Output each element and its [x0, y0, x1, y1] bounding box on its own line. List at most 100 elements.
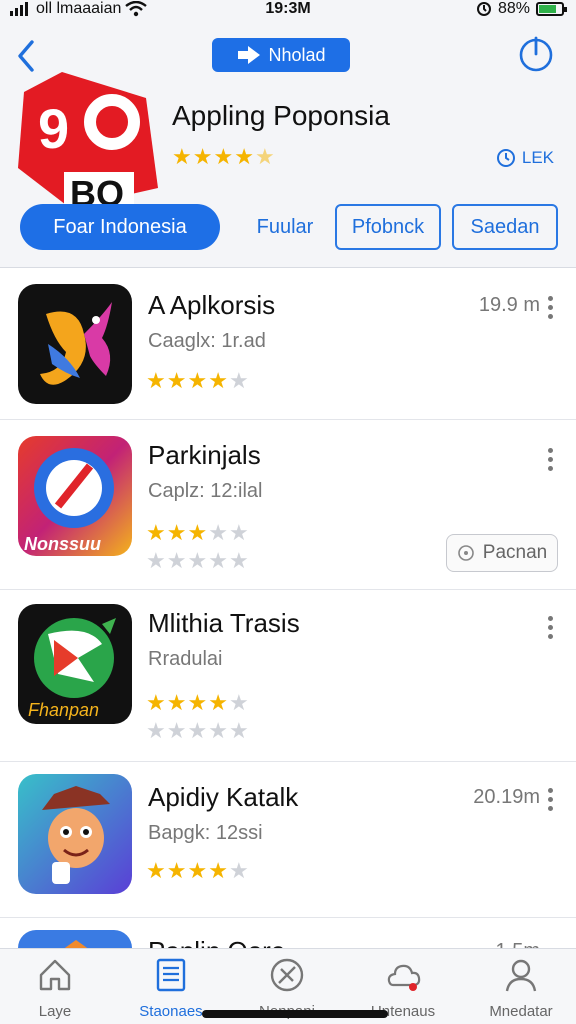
star-icon: ★: [192, 144, 213, 169]
app-size: 19.9 m: [478, 294, 540, 316]
app-rating-secondary: ★ ★ ★ ★ ★: [146, 550, 249, 572]
action-label: Pacnan: [482, 542, 548, 563]
info-link[interactable]: LEK: [496, 148, 554, 168]
list-item[interactable]: A Aplkorsis Caaglx: 1r.ad ★ ★ ★ ★ ★ 19.9 m: [0, 268, 576, 420]
power-icon[interactable]: [518, 36, 554, 72]
star-icon: ★: [187, 858, 208, 883]
status-bar: oll lmaaaian 19:3M 88%: [0, 0, 576, 24]
app-logo[interactable]: 9 BO: [18, 72, 158, 208]
star-icon: ★: [228, 718, 249, 743]
app-rating-secondary: ★ ★ ★ ★ ★: [146, 720, 249, 742]
app-rating: ★ ★ ★ ★ ★: [146, 370, 249, 392]
list-item[interactable]: Panlin Oore 1.5m: [0, 918, 576, 948]
star-icon: ★: [208, 690, 228, 715]
star-icon: ★: [187, 520, 208, 545]
star-icon: ★: [166, 690, 187, 715]
app-name: A Aplkorsis: [148, 290, 276, 320]
arrow-right-icon: [238, 46, 261, 64]
star-icon: ★: [254, 144, 275, 169]
battery-icon: [536, 2, 567, 16]
star-icon: ★: [166, 368, 187, 393]
star-icon: ★: [208, 548, 228, 573]
tab-saedan[interactable]: Saedan: [452, 204, 558, 250]
app-size: 20.19m: [473, 786, 540, 808]
tab-foar-indonesia[interactable]: Foar Indonesia: [20, 204, 220, 250]
alarm-icon: [476, 2, 491, 16]
download-button[interactable]: Nholad: [212, 38, 350, 72]
info-link-label: LEK: [521, 148, 554, 167]
star-icon: ★: [208, 368, 228, 393]
app-header: Nholad 9 BO Appling Poponsia ★ ★ ★ ★ ★ LEK F…: [0, 24, 576, 268]
star-icon: ★: [166, 858, 187, 883]
bottom-nav: Laye Staonaes Nonpani Untenaus Mnedatar: [0, 948, 576, 1024]
star-icon: ★: [208, 520, 228, 545]
app-subtitle: Caaglx: 1r.ad: [148, 330, 266, 352]
svg-text:Fhanpan: Fhanpan: [28, 700, 99, 720]
app-icon-partial: [18, 930, 132, 948]
star-icon: ★: [208, 858, 228, 883]
app-name: Panlin Oore: [148, 936, 285, 948]
header-rating: ★ ★ ★ ★ ★: [172, 146, 275, 168]
star-icon: ★: [146, 368, 166, 393]
list-item[interactable]: Apidiy Katalk Bapgk: 12ssi ★ ★ ★ ★ ★ 20.19m: [0, 762, 576, 918]
circle-icon: [457, 545, 474, 561]
star-icon: ★: [187, 368, 208, 393]
app-icon-parking: Nonssuu: [18, 436, 132, 556]
app-subtitle: Bapgk: 12ssi: [148, 822, 263, 844]
star-icon: ★: [234, 144, 254, 169]
tools-icon: [270, 958, 304, 992]
star-icon: ★: [166, 718, 187, 743]
app-rating: ★ ★ ★ ★ ★: [146, 522, 249, 544]
battery-percent: 88%: [497, 0, 530, 17]
app-subtitle: Rradulai: [148, 648, 223, 670]
more-icon[interactable]: [548, 788, 554, 812]
more-icon[interactable]: [548, 616, 554, 640]
star-icon: ★: [228, 690, 249, 715]
action-button[interactable]: Pacnan: [446, 534, 558, 572]
star-icon: ★: [146, 520, 166, 545]
app-size: 1.5m: [496, 940, 540, 948]
home-indicator[interactable]: [202, 1010, 388, 1018]
app-list: A Aplkorsis Caaglx: 1r.ad ★ ★ ★ ★ ★ 19.9 m N…: [0, 268, 576, 948]
app-icon-maps: Fhanpan: [18, 604, 132, 724]
star-icon: ★: [228, 520, 249, 545]
app-rating: ★ ★ ★ ★ ★: [146, 860, 249, 882]
tab-fuular[interactable]: Fuular: [230, 204, 340, 250]
star-icon: ★: [146, 858, 166, 883]
star-icon: ★: [187, 690, 208, 715]
tab-pfobnck[interactable]: Pfobnck: [335, 204, 441, 250]
status-right: 88%: [476, 0, 567, 18]
category-tabs: Foar Indonesia Fuular Pfobnck Saedan: [20, 204, 560, 252]
cloud-icon: [387, 964, 421, 991]
star-icon: ★: [172, 144, 192, 169]
more-icon[interactable]: [548, 296, 554, 320]
star-icon: ★: [213, 144, 234, 169]
app-name: Mlithia Trasis: [148, 608, 300, 638]
list-doc-icon: [156, 958, 186, 992]
svg-text:BO: BO: [70, 173, 124, 208]
star-icon: ★: [228, 548, 249, 573]
star-icon: ★: [166, 548, 187, 573]
nav-home-label: Laye: [38, 1003, 72, 1020]
list-item[interactable]: Nonssuu Parkinjals Caplz: 12:ilal ★ ★ ★ ★ ★ …: [0, 420, 576, 590]
star-icon: ★: [166, 520, 187, 545]
star-icon: ★: [187, 718, 208, 743]
download-label: Nholad: [268, 44, 326, 65]
star-icon: ★: [146, 690, 166, 715]
nav-profile[interactable]: Mnedatar: [466, 955, 576, 1020]
back-chevron-icon[interactable]: [12, 38, 40, 74]
star-icon: ★: [146, 718, 166, 743]
app-icon-character: [18, 774, 132, 894]
app-subtitle: Caplz: 12:ilal: [148, 480, 263, 502]
star-icon: ★: [228, 368, 249, 393]
star-icon: ★: [228, 858, 249, 883]
list-item[interactable]: Fhanpan Mlithia Trasis Rradulai ★ ★ ★ ★ ★ ★ ★…: [0, 590, 576, 762]
home-icon: [39, 959, 71, 991]
nav-home[interactable]: Laye: [0, 955, 110, 1020]
svg-text:Nonssuu: Nonssuu: [24, 534, 101, 554]
more-icon[interactable]: [548, 448, 554, 472]
app-name: Apidiy Katalk: [148, 782, 299, 812]
star-icon: ★: [146, 548, 166, 573]
nav-profile-label: Mnedatar: [489, 1003, 553, 1020]
svg-text:9: 9: [38, 97, 69, 160]
